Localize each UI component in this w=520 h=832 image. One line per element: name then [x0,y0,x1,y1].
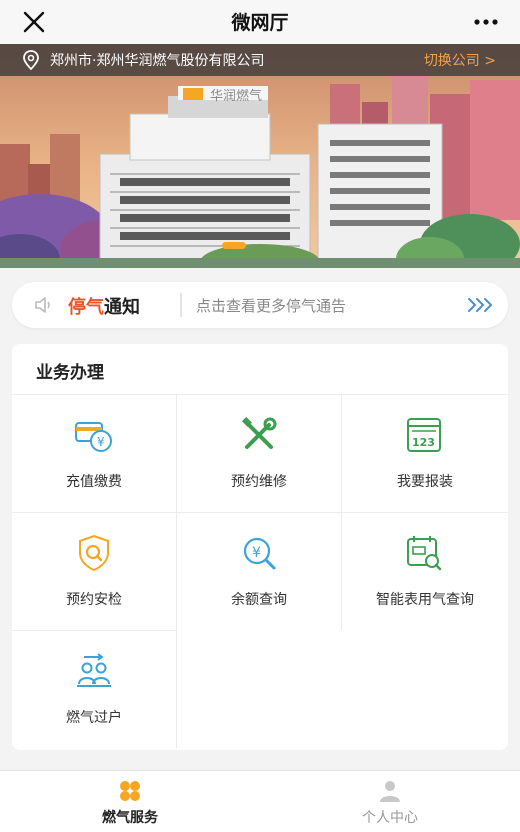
tab-label: 燃气服务 [102,810,158,826]
outage-notice-bar[interactable]: 停气通知 点击查看更多停气通告 [12,282,508,328]
balance-search-icon: ¥ [243,537,276,570]
user-icon [380,781,400,802]
svg-text:¥: ¥ [252,545,261,561]
service-inspection[interactable]: 预约安检 [12,512,177,630]
location-pin-icon [23,50,39,70]
service-label: 智能表用气查询 [376,592,474,608]
recharge-card-icon: ¥ [75,422,112,452]
top-bar: 微网厅 [0,0,520,44]
page-title: 微网厅 [231,12,289,34]
more-dots-icon[interactable] [472,8,500,36]
svg-text:123: 123 [412,436,435,449]
smart-meter-search-icon [407,536,442,571]
company-location: 郑州市·郑州华润燃气股份有限公司 [50,53,265,69]
service-label: 预约维修 [231,474,287,490]
notice-title-red: 停气 [68,297,104,318]
svg-text:¥: ¥ [97,435,105,449]
services-heading: 业务办理 [36,363,104,383]
grid-flower-icon [120,781,140,801]
service-label: 余额查询 [231,592,287,608]
service-label: 充值缴费 [66,474,122,490]
notice-title-dark: 通知 [104,297,140,318]
switch-company-link[interactable]: 切换公司 > [424,50,496,70]
tab-personal-center[interactable]: 个人中心 [260,771,520,832]
service-install[interactable]: 123 我要报装 [342,394,508,512]
service-recharge[interactable]: ¥ 充值缴费 [12,394,177,512]
services-panel: 业务办理 ¥ 充值缴费 预约维修 123 我要报装 预约安检 ¥ 余额查询 智能… [12,344,508,750]
service-label: 预约安检 [66,592,122,608]
meter-123-icon: 123 [407,418,441,452]
tab-label: 个人中心 [362,810,418,826]
notice-divider [180,293,182,317]
banner-illustration: 华润燃气 [0,44,520,268]
notice-text: 点击查看更多停气通告 [196,297,347,315]
service-label: 燃气过户 [66,710,122,726]
banner-logo-text: 华润燃气 [210,88,262,104]
triple-chevron-icon[interactable] [466,296,494,314]
banner-carousel[interactable]: 华润燃气 郑州市·郑州华润燃气股份有限公司 切换公司 > [0,44,520,268]
transfer-users-icon [77,653,111,687]
bottom-tab-bar: 燃气服务 个人中心 [0,770,520,832]
repair-tools-icon [242,417,277,449]
notice-title: 停气通知 [68,293,140,319]
speaker-icon [35,297,50,313]
carousel-indicator [222,242,246,249]
location-bar: 郑州市·郑州华润燃气股份有限公司 切换公司 > [0,44,520,76]
shield-search-icon [79,534,109,572]
service-repair[interactable]: 预约维修 [177,394,342,512]
service-label: 我要报装 [397,474,453,490]
service-smart-meter[interactable]: 智能表用气查询 [342,512,508,630]
service-transfer[interactable]: 燃气过户 [12,630,177,748]
tab-gas-service[interactable]: 燃气服务 [0,771,260,832]
service-balance[interactable]: ¥ 余额查询 [177,512,342,630]
